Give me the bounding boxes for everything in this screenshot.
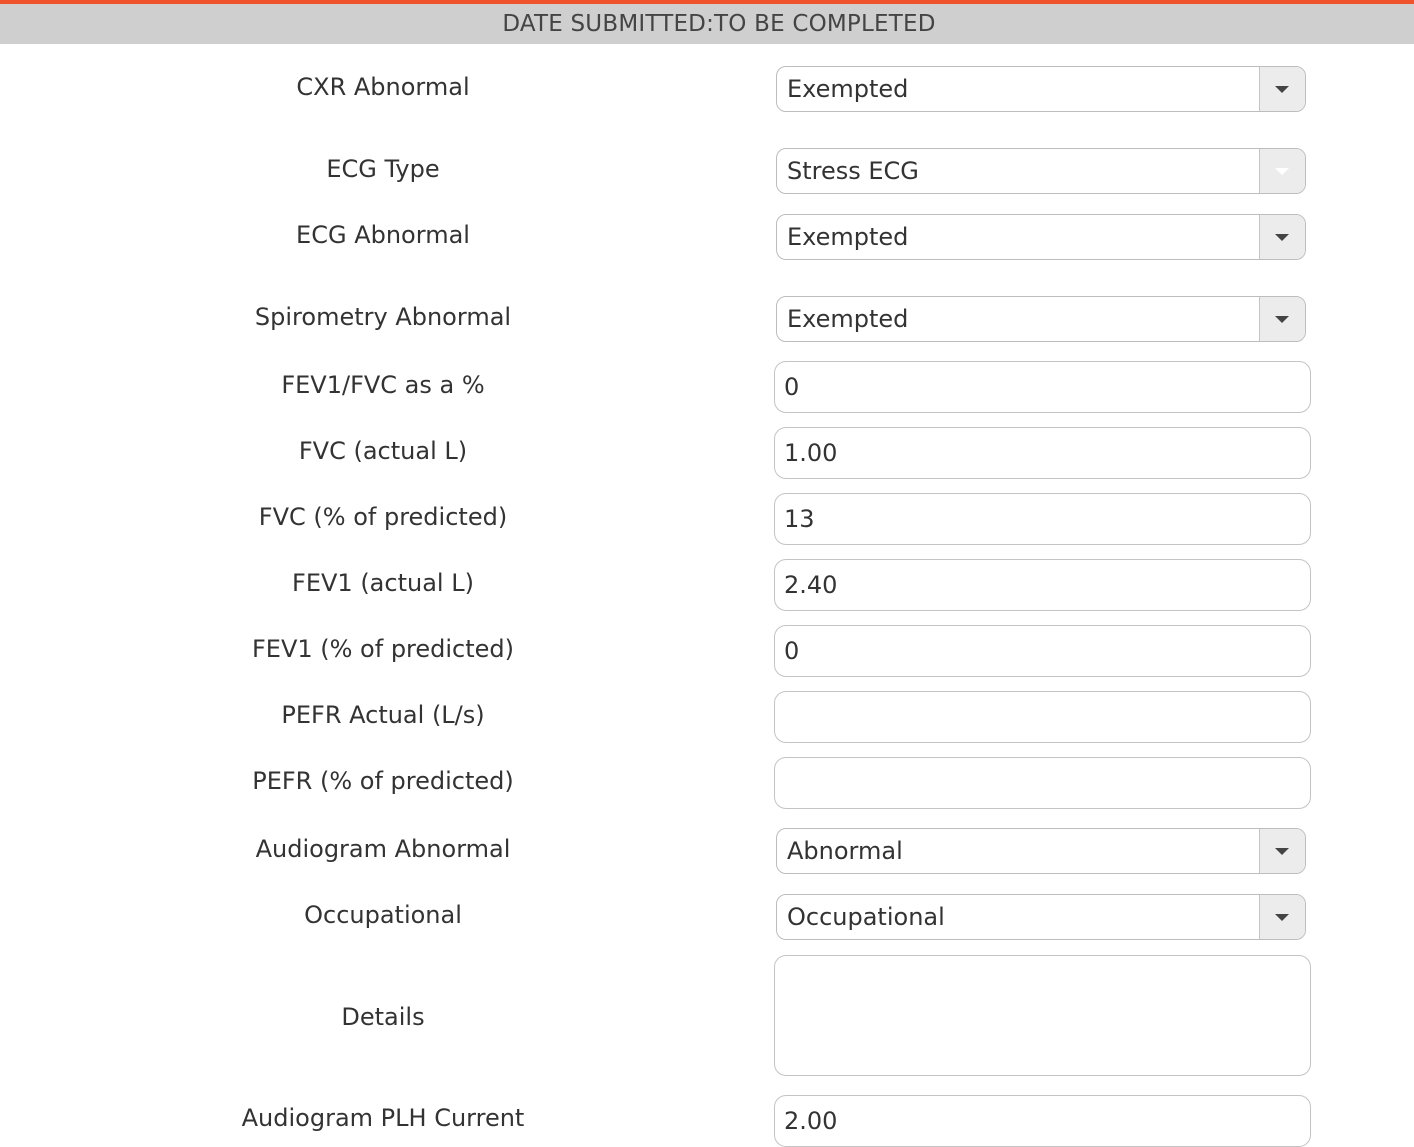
cxr-abnormal-select[interactable]: Exempted (776, 66, 1306, 112)
ecg-abnormal-select[interactable]: Exempted (776, 214, 1306, 260)
fvc-pct-predicted-label: FVC (% of predicted) (258, 503, 508, 531)
pefr-pct-predicted-label: PEFR (% of predicted) (252, 767, 514, 795)
header-bar: DATE SUBMITTED:TO BE COMPLETED (0, 4, 1414, 44)
occupational-select[interactable]: Occupational (776, 894, 1306, 940)
fvc-actual-input[interactable]: 1.00 (774, 427, 1311, 479)
fvc-pct-predicted-value: 13 (784, 505, 815, 533)
cxr-abnormal-value: Exempted (787, 75, 909, 103)
ecg-type-value: Stress ECG (787, 157, 919, 185)
fev1-actual-input[interactable]: 2.40 (774, 559, 1311, 611)
fev1-fvc-pct-value: 0 (784, 373, 800, 401)
audiogram-abnormal-select[interactable]: Abnormal (776, 828, 1306, 874)
audiogram-abnormal-value: Abnormal (787, 837, 903, 865)
audiogram-plh-current-input[interactable]: 2.00 (774, 1095, 1311, 1147)
chevron-down-icon (1275, 168, 1289, 175)
spirometry-abnormal-dropdown-button[interactable] (1259, 297, 1305, 341)
chevron-down-icon (1275, 848, 1289, 855)
fvc-actual-value: 1.00 (784, 439, 838, 467)
ecg-type-dropdown-button[interactable] (1259, 149, 1305, 193)
ecg-abnormal-value: Exempted (787, 223, 909, 251)
ecg-abnormal-label: ECG Abnormal (296, 221, 470, 249)
pefr-actual-label: PEFR Actual (L/s) (281, 701, 485, 729)
cxr-abnormal-dropdown-button[interactable] (1259, 67, 1305, 111)
pefr-actual-input[interactable] (774, 691, 1311, 743)
fev1-actual-value: 2.40 (784, 571, 838, 599)
fev1-actual-label: FEV1 (actual L) (292, 569, 474, 597)
chevron-down-icon (1275, 86, 1289, 93)
details-textarea[interactable] (774, 955, 1311, 1076)
audiogram-plh-current-value: 2.00 (784, 1107, 838, 1135)
details-label: Details (341, 1003, 425, 1031)
audiogram-abnormal-label: Audiogram Abnormal (255, 835, 511, 863)
fvc-actual-label: FVC (actual L) (298, 437, 468, 465)
audiogram-abnormal-dropdown-button[interactable] (1259, 829, 1305, 873)
spirometry-abnormal-label: Spirometry Abnormal (254, 303, 512, 331)
fev1-pct-predicted-input[interactable]: 0 (774, 625, 1311, 677)
chevron-down-icon (1275, 316, 1289, 323)
ecg-abnormal-dropdown-button[interactable] (1259, 215, 1305, 259)
fev1-fvc-pct-label: FEV1/FVC as a % (281, 371, 485, 399)
audiogram-plh-current-label: Audiogram PLH Current (241, 1104, 525, 1132)
spirometry-abnormal-select[interactable]: Exempted (776, 296, 1306, 342)
pefr-pct-predicted-input[interactable] (774, 757, 1311, 809)
occupational-label: Occupational (304, 901, 462, 929)
fvc-pct-predicted-input[interactable]: 13 (774, 493, 1311, 545)
spirometry-abnormal-value: Exempted (787, 305, 909, 333)
chevron-down-icon (1275, 234, 1289, 241)
ecg-type-label: ECG Type (326, 155, 440, 183)
fev1-pct-predicted-label: FEV1 (% of predicted) (251, 635, 515, 663)
cxr-abnormal-label: CXR Abnormal (296, 73, 470, 101)
ecg-type-select[interactable]: Stress ECG (776, 148, 1306, 194)
chevron-down-icon (1275, 914, 1289, 921)
occupational-dropdown-button[interactable] (1259, 895, 1305, 939)
page-title: DATE SUBMITTED:TO BE COMPLETED (502, 11, 936, 37)
fev1-pct-predicted-value: 0 (784, 637, 800, 665)
occupational-value: Occupational (787, 903, 945, 931)
fev1-fvc-pct-input[interactable]: 0 (774, 361, 1311, 413)
